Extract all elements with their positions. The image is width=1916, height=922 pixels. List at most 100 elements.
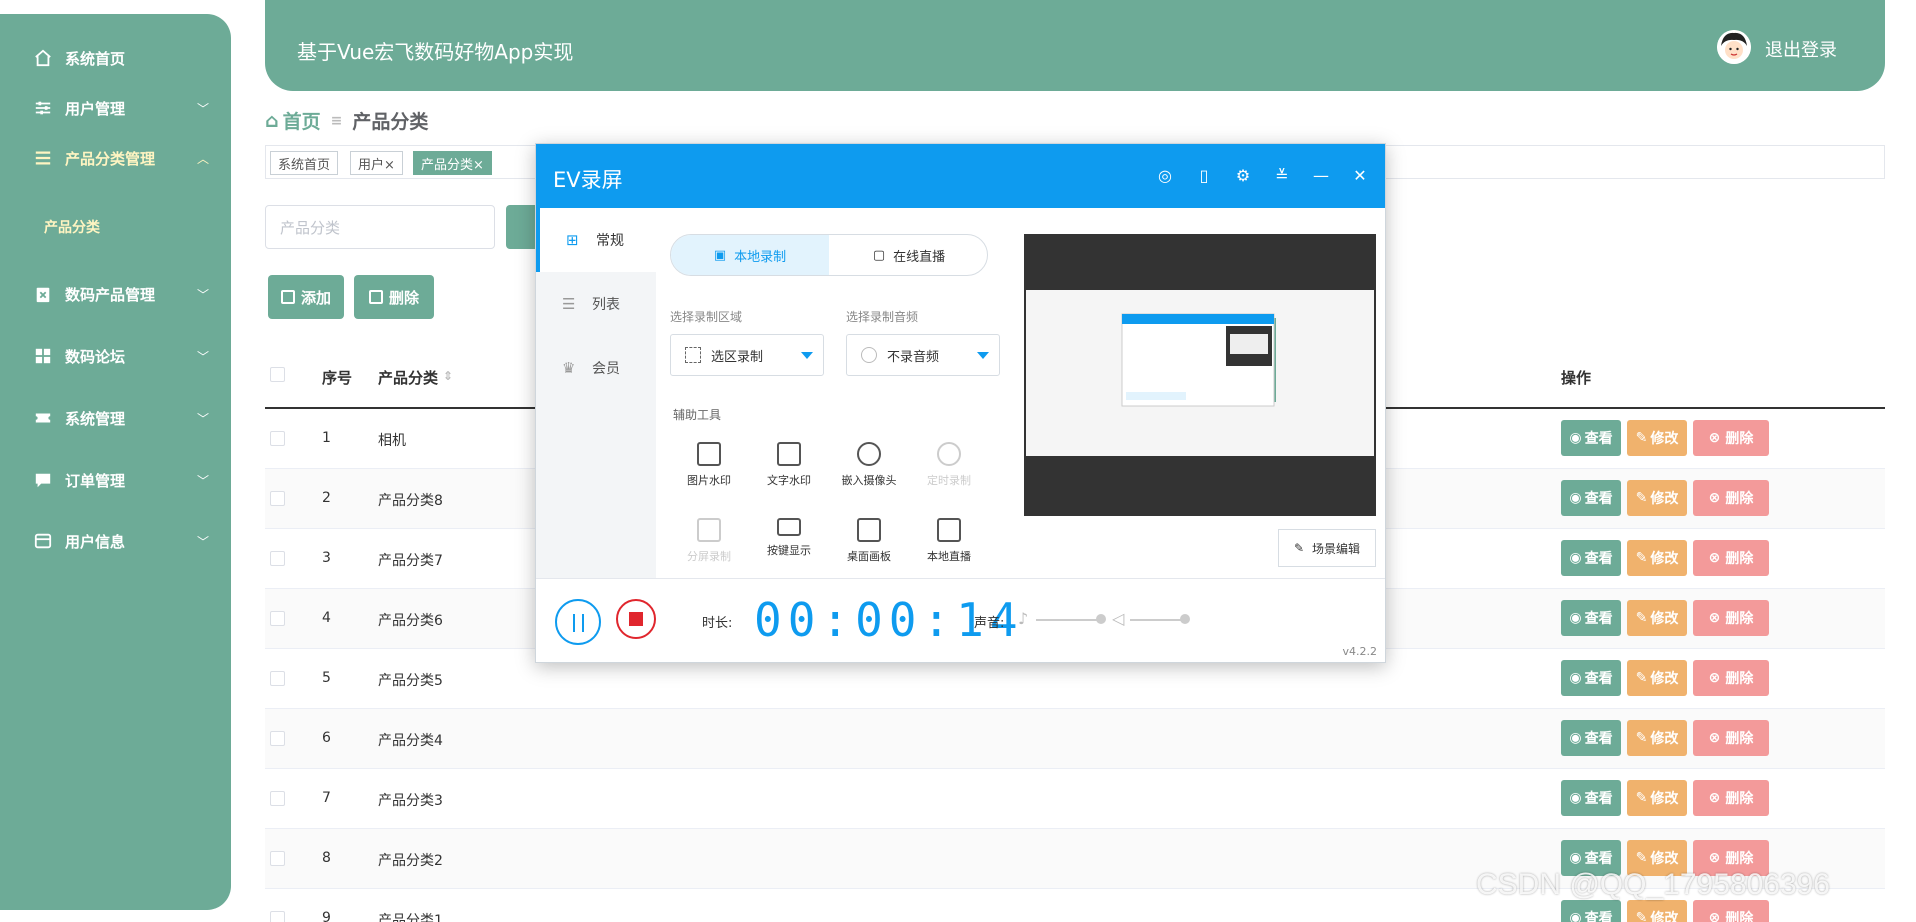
dropdown-icon[interactable]: ≚ — [1271, 164, 1293, 186]
view-button[interactable]: ◉ 查看 — [1561, 780, 1621, 816]
local-record-tab[interactable]: ▣ 本地录制 — [671, 235, 829, 275]
delete-button[interactable]: 删除 — [354, 275, 434, 319]
tag-user[interactable]: 用户× — [350, 151, 403, 175]
edit-button[interactable]: ✎ 修改 — [1627, 600, 1687, 636]
ev-tab-list[interactable]: ☰ 列表 — [536, 272, 656, 336]
stop-button[interactable] — [616, 599, 656, 639]
sidebar-item-forum[interactable]: 数码论坛 ﹀ — [0, 336, 231, 376]
live-stream-label: 在线直播 — [893, 249, 946, 265]
sort-icon[interactable]: ⇕ — [443, 369, 453, 383]
sidebar-item-digital-products[interactable]: 数码产品管理 ﹀ — [0, 274, 231, 314]
select-all-checkbox[interactable] — [270, 367, 285, 382]
area-select[interactable]: 选区录制 — [670, 334, 824, 376]
user-icon[interactable]: ◎ — [1154, 164, 1176, 186]
list-icon: ☰ — [562, 295, 576, 313]
tool-local-live[interactable]: 本地直播 — [909, 518, 989, 564]
tool-desktop-board[interactable]: 桌面画板 — [829, 518, 909, 564]
search-input[interactable]: 产品分类 — [265, 205, 495, 249]
sidebar-subitem-category[interactable]: 产品分类 — [44, 217, 100, 237]
chevron-down-icon: ﹀ — [196, 350, 209, 364]
tool-text-watermark[interactable]: 文字水印 — [749, 442, 829, 488]
edit-button[interactable]: ✎ 修改 — [1627, 900, 1687, 922]
view-label: 查看 — [1584, 791, 1613, 807]
row-delete-button[interactable]: ⊗ 删除 — [1693, 720, 1769, 756]
tool-image-watermark[interactable]: 图片水印 — [669, 442, 749, 488]
view-button[interactable]: ◉ 查看 — [1561, 660, 1621, 696]
column-category[interactable]: 产品分类 — [378, 367, 438, 388]
eye-icon: ◉ — [1569, 790, 1582, 806]
row-delete-button[interactable]: ⊗ 删除 — [1693, 420, 1769, 456]
edit-button[interactable]: ✎ 修改 — [1627, 720, 1687, 756]
view-button[interactable]: ◉ 查看 — [1561, 480, 1621, 516]
audio-select[interactable]: 不录音频 — [846, 334, 1000, 376]
mic-volume-knob[interactable] — [1096, 614, 1106, 624]
mic-volume-slider[interactable] — [1036, 619, 1100, 621]
row-delete-button[interactable]: ⊗ 删除 — [1693, 480, 1769, 516]
row-checkbox[interactable] — [270, 851, 285, 866]
edit-button[interactable]: ✎ 修改 — [1627, 780, 1687, 816]
row-checkbox[interactable] — [270, 551, 285, 566]
tool-split-screen[interactable]: 分屏录制 — [669, 518, 749, 564]
tag-category[interactable]: 产品分类× — [413, 151, 492, 175]
sidebar-item-home[interactable]: 系统首页 — [0, 38, 231, 78]
sidebar-item-system[interactable]: 系统管理 ﹀ — [0, 398, 231, 438]
view-label: 查看 — [1584, 431, 1613, 447]
tag-home[interactable]: 系统首页 — [270, 151, 339, 175]
gear-icon[interactable]: ⚙ — [1232, 164, 1254, 186]
row-delete-button[interactable]: ⊗ 删除 — [1693, 660, 1769, 696]
mic-off-icon — [861, 347, 877, 363]
edit-button[interactable]: ✎ 修改 — [1627, 660, 1687, 696]
view-button[interactable]: ◉ 查看 — [1561, 720, 1621, 756]
live-stream-tab[interactable]: ▢ 在线直播 — [829, 235, 987, 275]
minimize-icon[interactable]: — — [1310, 164, 1332, 186]
row-category: 产品分类7 — [378, 553, 443, 569]
avatar[interactable] — [1717, 30, 1751, 64]
tool-key-display[interactable]: 按键显示 — [749, 518, 829, 558]
grid-icon — [33, 346, 53, 366]
row-checkbox[interactable] — [270, 731, 285, 746]
row-checkbox[interactable] — [270, 911, 285, 922]
row-checkbox[interactable] — [270, 431, 285, 446]
chevron-down-icon: ﹀ — [196, 288, 209, 302]
sidebar-item-category-management[interactable]: 产品分类管理 ︿ — [0, 138, 231, 178]
view-button[interactable]: ◉ 查看 — [1561, 600, 1621, 636]
close-circle-icon: ⊗ — [1708, 490, 1721, 506]
close-icon[interactable]: ✕ — [1349, 164, 1371, 186]
row-checkbox[interactable] — [270, 791, 285, 806]
screen-preview — [1024, 234, 1376, 516]
pause-button[interactable] — [555, 599, 601, 645]
edit-button[interactable]: ✎ 修改 — [1627, 540, 1687, 576]
sidebar-item-orders[interactable]: 订单管理 ﹀ — [0, 460, 231, 500]
add-button[interactable]: 添加 — [268, 275, 344, 319]
tool-label: 图片水印 — [687, 474, 731, 487]
sidebar-item-user-info[interactable]: 用户信息 ﹀ — [0, 521, 231, 561]
row-checkbox[interactable] — [270, 491, 285, 506]
logout-link[interactable]: 退出登录 — [1765, 36, 1837, 62]
tool-timer[interactable]: 定时录制 — [909, 442, 989, 488]
tool-webcam[interactable]: 嵌入摄像头 — [829, 442, 909, 488]
caret-down-icon — [801, 352, 813, 359]
sidebar-item-user-management[interactable]: 用户管理 ﹀ — [0, 88, 231, 128]
close-circle-icon: ⊗ — [1708, 610, 1721, 626]
row-delete-button[interactable]: ⊗ 删除 — [1693, 600, 1769, 636]
speaker-volume-slider[interactable] — [1130, 619, 1184, 621]
row-delete-button[interactable]: ⊗ 删除 — [1693, 900, 1769, 922]
phone-icon[interactable]: ▯ — [1193, 164, 1215, 186]
edit-button[interactable]: ✎ 修改 — [1627, 480, 1687, 516]
view-button[interactable]: ◉ 查看 — [1561, 420, 1621, 456]
row-checkbox[interactable] — [270, 611, 285, 626]
view-button[interactable]: ◉ 查看 — [1561, 900, 1621, 922]
row-checkbox[interactable] — [270, 671, 285, 686]
breadcrumb-home[interactable]: 首页 — [283, 107, 321, 134]
ev-tab-member[interactable]: ♛ 会员 — [536, 336, 656, 400]
row-delete-button[interactable]: ⊗ 删除 — [1693, 540, 1769, 576]
row-delete-button[interactable]: ⊗ 删除 — [1693, 780, 1769, 816]
preview-thumbnail — [1121, 313, 1276, 407]
speaker-volume-knob[interactable] — [1180, 614, 1190, 624]
column-index: 序号 — [322, 369, 353, 387]
edit-button[interactable]: ✎ 修改 — [1627, 420, 1687, 456]
view-button[interactable]: ◉ 查看 — [1561, 540, 1621, 576]
ev-tab-general[interactable]: ⊞ 常规 — [536, 208, 656, 272]
scene-edit-button[interactable]: ✎ 场景编辑 — [1278, 529, 1376, 567]
area-label: 选择录制区域 — [670, 310, 743, 324]
